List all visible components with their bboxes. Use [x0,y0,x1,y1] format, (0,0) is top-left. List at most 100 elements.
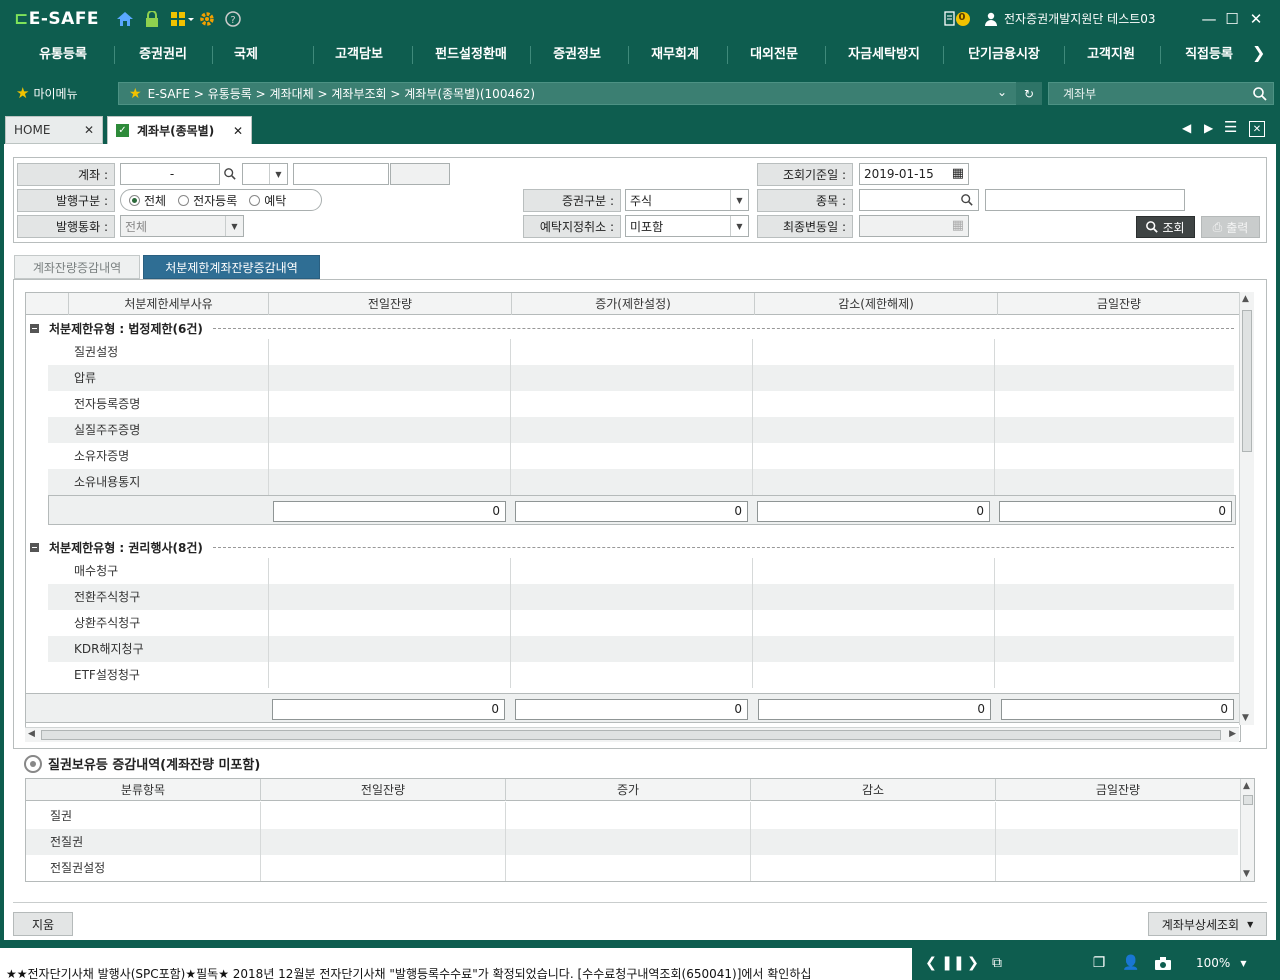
table-row[interactable]: 질권설정 [48,339,1234,365]
radio-deposit[interactable]: 예탁 [249,192,286,209]
chevron-down-icon[interactable]: ▼ [269,164,287,184]
menu-item[interactable]: 재무회계 [632,38,718,72]
scroll-thumb[interactable] [41,730,1221,740]
scroll-up-icon[interactable]: ▲ [1243,781,1250,791]
scroll-thumb[interactable] [1243,795,1253,805]
ticker-settings-icon[interactable]: ⧉ [986,952,1008,974]
account-name-field[interactable] [293,163,389,185]
menu-item[interactable]: 고객지원 [1068,38,1154,72]
radio-all[interactable]: 전체 [129,192,166,209]
tab-prev-icon[interactable]: ◀ [1182,121,1191,135]
table-row[interactable]: KDR해지청구 [48,636,1234,662]
calendar-icon[interactable]: ▦ [952,166,964,181]
grid-menu-icon[interactable] [170,10,196,28]
chevron-down-icon[interactable]: ▼ [730,216,748,236]
chevron-down-icon[interactable]: ▼ [730,190,748,210]
table-row[interactable]: 매수청구 [48,558,1234,584]
breadcrumb[interactable]: ★ E-SAFE > 유통등록 > 계좌대체 > 계좌부조회 > 계좌부(종목별)… [118,82,1042,105]
menu-item[interactable]: 유통등록 [20,38,106,72]
collapse-icon[interactable] [30,542,39,552]
table-row[interactable]: 전자등록증명 [48,391,1234,417]
menu-item[interactable]: 고객담보 [316,38,402,72]
group-header[interactable]: 처분제한유형 : 권리행사(8건) [26,536,1238,558]
add-user-icon[interactable]: 👤 [1120,952,1142,974]
tab-next-icon[interactable]: ▶ [1204,121,1213,135]
column-header[interactable]: 금일잔량 [997,293,1240,315]
vertical-scrollbar[interactable]: ▲ ▼ [1239,292,1254,725]
ticker-prev-icon[interactable]: ❮ [920,952,942,974]
column-header[interactable]: 금일잔량 [995,779,1240,801]
table-row[interactable]: 소유내용통지 [48,469,1234,495]
scroll-right-icon[interactable]: ▶ [1229,729,1236,739]
column-header[interactable]: 증가 [505,779,750,801]
clear-button[interactable]: 지움 [13,912,73,936]
scroll-left-icon[interactable]: ◀ [28,729,35,739]
close-all-tabs-icon[interactable]: ✕ [1249,121,1265,137]
menu-item[interactable]: 증권권리 [120,38,206,72]
group-header[interactable]: 처분제한유형 : 법정제한(6건) [26,317,1238,339]
help-icon[interactable]: ? [224,10,242,28]
minimize-button[interactable]: — [1198,8,1220,30]
close-icon[interactable]: ✕ [233,124,243,138]
menu-item[interactable]: 자금세탁방지 [831,38,937,72]
ticker-pause-icon[interactable]: ❚❚ [941,952,964,974]
tab-account-ledger[interactable]: ✓ 계좌부(종목별) ✕ [107,116,252,144]
menu-item[interactable]: 증권정보 [534,38,620,72]
account-input[interactable]: - [120,163,220,185]
close-icon[interactable]: ✕ [84,123,94,137]
table-row[interactable]: 질권 [26,803,1238,829]
zoom-select[interactable]: 100% ▼ [1196,952,1258,974]
tab-home[interactable]: HOME ✕ [5,116,103,144]
maximize-button[interactable]: ☐ [1221,8,1243,30]
tab-list-icon[interactable]: ☰ [1224,118,1237,136]
tab-balance-change[interactable]: 계좌잔량증감내역 [14,255,140,279]
column-header[interactable]: 처분제한세부사유 [68,293,268,315]
column-header[interactable]: 감소(제한해제) [754,293,997,315]
user-info[interactable]: 전자증권개발지원단 테스트03 [984,10,1156,27]
table-row[interactable]: 전질권 [26,829,1238,855]
radio-electronic[interactable]: 전자등록 [178,192,237,209]
vertical-scrollbar[interactable]: ▲ ▼ [1240,779,1254,881]
search-icon[interactable] [1253,87,1267,101]
horizontal-scrollbar[interactable]: ◀ ▶ [25,727,1239,742]
column-header[interactable]: 분류항목 [26,779,260,801]
menu-search-input[interactable]: 계좌부 [1048,82,1274,105]
ticker-next-icon[interactable]: ❯ [962,952,984,974]
menu-item[interactable]: 펀드설정환매 [418,38,524,72]
table-row[interactable]: 상환주식청구 [48,610,1234,636]
copy-window-icon[interactable]: ❐ [1088,952,1110,974]
collapse-icon[interactable] [30,323,39,333]
item-name-field[interactable] [985,189,1185,211]
table-row[interactable]: 전환주식청구 [48,584,1234,610]
scroll-thumb[interactable] [1242,310,1252,452]
favorite-add-icon[interactable]: ★ [129,86,142,102]
gear-icon[interactable] [198,10,216,28]
refresh-icon[interactable]: ↻ [1016,82,1042,105]
close-button[interactable]: ✕ [1245,8,1267,30]
column-header[interactable]: 증가(제한설정) [511,293,754,315]
account-search-icon[interactable] [220,163,240,185]
camera-icon[interactable] [1152,952,1174,974]
home-icon[interactable] [116,10,134,28]
my-menu-button[interactable]: ★ 마이메뉴 [16,84,78,102]
table-row[interactable]: 실질주주증명 [48,417,1234,443]
table-row[interactable]: 소유자증명 [48,443,1234,469]
scroll-up-icon[interactable]: ▲ [1242,294,1249,304]
table-row[interactable]: 전질권설정 [26,855,1238,881]
menu-item[interactable]: 단기금융시장 [949,38,1059,72]
deposit-cancel-select[interactable]: 미포함 ▼ [625,215,749,237]
ref-date-input[interactable]: 2019-01-15 ▦ [859,163,969,185]
column-header[interactable]: 전일잔량 [260,779,505,801]
account-detail-button[interactable]: 계좌부상세조회 ▼ [1148,912,1267,936]
menu-item[interactable]: 국제 [206,38,286,72]
menu-item[interactable]: 대외전문 [731,38,817,72]
chevron-down-icon[interactable]: ⌄ [997,85,1007,99]
menu-next-icon[interactable]: ❯ [1252,43,1265,62]
tab-restricted-balance-change[interactable]: 처분제한계좌잔량증감내역 [143,255,320,279]
lock-icon[interactable] [143,10,161,28]
search-button[interactable]: 조회 [1136,216,1195,238]
column-header[interactable]: 전일잔량 [268,293,511,315]
scroll-down-icon[interactable]: ▼ [1243,869,1250,879]
table-row[interactable]: ETF설정청구 [48,662,1234,688]
sec-type-select[interactable]: 주식 ▼ [625,189,749,211]
